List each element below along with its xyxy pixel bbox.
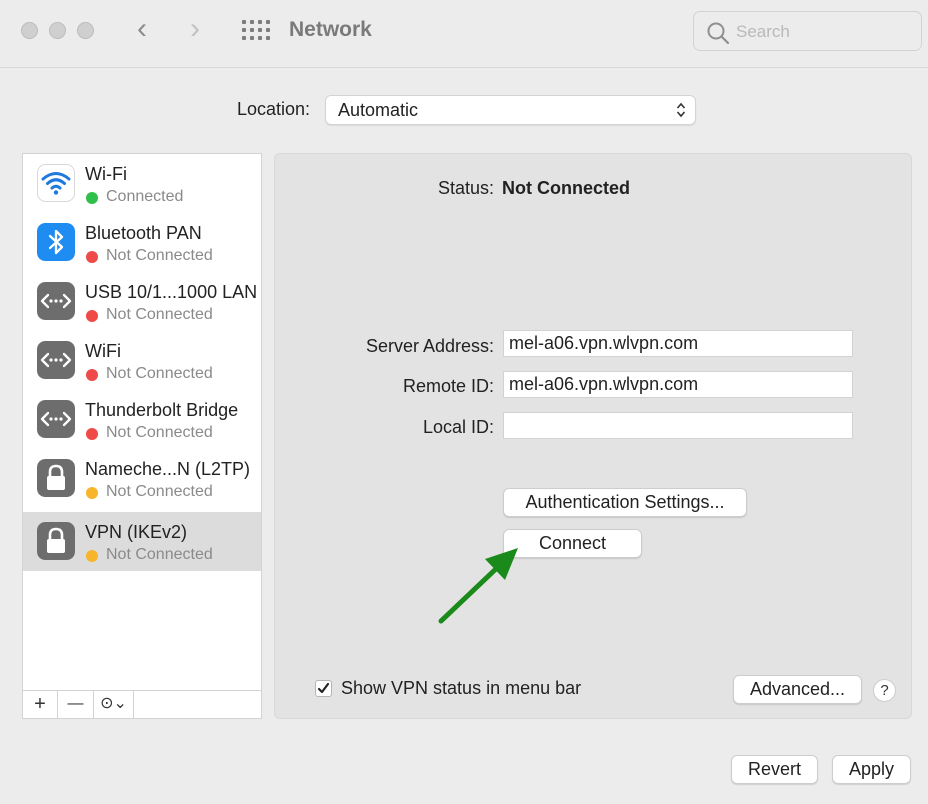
annotation-arrow-icon	[438, 548, 518, 624]
status-dot	[86, 251, 98, 263]
service-status: Connected	[106, 188, 184, 205]
up-down-chevron-icon	[676, 102, 686, 118]
service-item-thunderbolt-bridge[interactable]: Thunderbolt Bridge Not Connected	[23, 390, 261, 449]
revert-button[interactable]: Revert	[731, 755, 818, 784]
show-all-grid-icon[interactable]	[242, 20, 270, 40]
service-list-toolbar: + — ⊙⌄	[23, 690, 261, 718]
location-label: Location:	[237, 99, 311, 119]
service-name: Wi-Fi	[85, 164, 127, 184]
minimize-window-button[interactable]	[49, 22, 66, 39]
lock-icon	[37, 522, 75, 560]
remote-id-input[interactable]	[503, 371, 853, 398]
advanced-button[interactable]: Advanced...	[733, 675, 862, 704]
ethernet-icon	[37, 341, 75, 379]
zoom-window-button[interactable]	[77, 22, 94, 39]
service-status: Not Connected	[106, 365, 213, 382]
status-dot	[86, 310, 98, 322]
remove-service-button[interactable]: —	[58, 691, 94, 718]
search-icon	[707, 22, 730, 45]
service-name: Bluetooth PAN	[85, 223, 202, 243]
location-value: Automatic	[338, 100, 419, 120]
service-item-wifi-ethernet[interactable]: WiFi Not Connected	[23, 331, 261, 390]
status-dot	[86, 369, 98, 381]
service-name: USB 10/1...1000 LAN	[85, 282, 258, 302]
service-name: VPN (IKEv2)	[85, 522, 188, 542]
show-vpn-status-checkbox[interactable]	[315, 680, 332, 697]
ethernet-icon	[37, 282, 75, 320]
service-item-l2tp-vpn[interactable]: Nameche...N (L2TP) Not Connected	[23, 449, 261, 508]
title-bar: ‹ › Network	[0, 0, 928, 68]
back-button[interactable]: ‹	[137, 14, 147, 44]
forward-button[interactable]: ›	[190, 14, 200, 44]
status-dot	[86, 487, 98, 499]
window-title: Network	[289, 18, 372, 41]
local-id-input[interactable]	[503, 412, 853, 439]
status-value: Not Connected	[502, 178, 630, 198]
service-status: Not Connected	[106, 306, 213, 323]
bluetooth-icon	[37, 223, 75, 261]
help-button[interactable]: ?	[873, 679, 896, 702]
service-name: WiFi	[85, 341, 121, 361]
service-item-bluetooth-pan[interactable]: Bluetooth PAN Not Connected	[23, 213, 261, 272]
service-item-vpn-ikev2[interactable]: VPN (IKEv2) Not Connected	[23, 512, 261, 571]
server-address-input[interactable]	[503, 330, 853, 357]
service-status: Not Connected	[106, 546, 213, 563]
lock-icon	[37, 459, 75, 497]
close-window-button[interactable]	[21, 22, 38, 39]
search-input[interactable]	[736, 21, 906, 43]
authentication-settings-button[interactable]: Authentication Settings...	[503, 488, 747, 517]
wifi-icon	[37, 164, 75, 202]
service-item-wifi[interactable]: Wi-Fi Connected	[23, 154, 261, 213]
add-service-button[interactable]: +	[23, 691, 58, 718]
server-address-label: Server Address:	[365, 336, 494, 356]
service-name: Nameche...N (L2TP)	[85, 459, 251, 479]
search-box[interactable]	[693, 11, 922, 51]
checkmark-icon	[317, 682, 330, 694]
show-vpn-status-label: Show VPN status in menu bar	[341, 678, 582, 698]
service-status: Not Connected	[106, 247, 213, 264]
status-dot	[86, 550, 98, 562]
service-item-usb-lan[interactable]: USB 10/1...1000 LAN Not Connected	[23, 272, 261, 331]
service-list: Wi-Fi Connected Bluetooth PAN Not Connec…	[22, 153, 262, 719]
local-id-label: Local ID:	[422, 417, 494, 437]
service-name: Thunderbolt Bridge	[85, 400, 239, 420]
status-dot	[86, 192, 98, 204]
vpn-detail-pane: Status: Not Connected Server Address: Re…	[274, 153, 912, 719]
ethernet-icon	[37, 400, 75, 438]
action-menu-button[interactable]: ⊙⌄	[94, 691, 134, 718]
service-status: Not Connected	[106, 483, 213, 500]
location-select[interactable]: Automatic	[325, 95, 696, 125]
service-status: Not Connected	[106, 424, 213, 441]
apply-button[interactable]: Apply	[832, 755, 911, 784]
remote-id-label: Remote ID:	[402, 376, 494, 396]
status-label: Status:	[437, 178, 494, 198]
status-dot	[86, 428, 98, 440]
